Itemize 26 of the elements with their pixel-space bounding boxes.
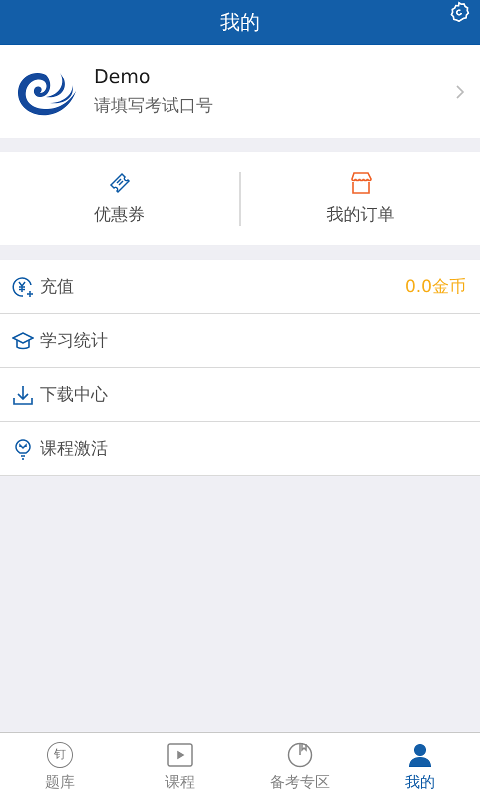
chevron-icon [456, 84, 464, 98]
coin-balance: 0.0金币 [404, 276, 466, 298]
tab[interactable]: 备考专区 [240, 733, 360, 800]
profile-card[interactable]: Demo 请填写考试口号 [0, 45, 480, 138]
shortcut-button[interactable]: 我的订单 [241, 165, 480, 232]
page-title: 我的 [220, 9, 260, 36]
settings-icon[interactable] [448, 1, 470, 23]
tab[interactable]: 钉 题库 [0, 733, 120, 800]
menu-item[interactable]: 充值 0.0金币 [0, 260, 480, 314]
menu-item[interactable]: 学习统计 [0, 314, 480, 368]
play-icon [167, 742, 193, 766]
menu-item[interactable]: 下载中心 [0, 368, 480, 422]
person-icon [408, 742, 432, 766]
menu-item[interactable]: 课程激活 [0, 422, 480, 476]
user-name: Demo [94, 66, 152, 88]
tab[interactable]: 我的 [360, 733, 480, 800]
download-icon [12, 384, 34, 406]
graduation-cap-icon [12, 330, 34, 352]
nail-icon: 钉 [47, 742, 73, 768]
tab[interactable]: 课程 [120, 733, 240, 800]
store-icon [348, 171, 372, 195]
clock-bookmark-icon [287, 742, 313, 768]
yuan-coin-icon [12, 276, 34, 298]
user-motto: 请填写考试口号 [94, 95, 214, 117]
ticket-icon [108, 171, 132, 195]
shortcut-button[interactable]: 优惠券 [0, 165, 239, 232]
